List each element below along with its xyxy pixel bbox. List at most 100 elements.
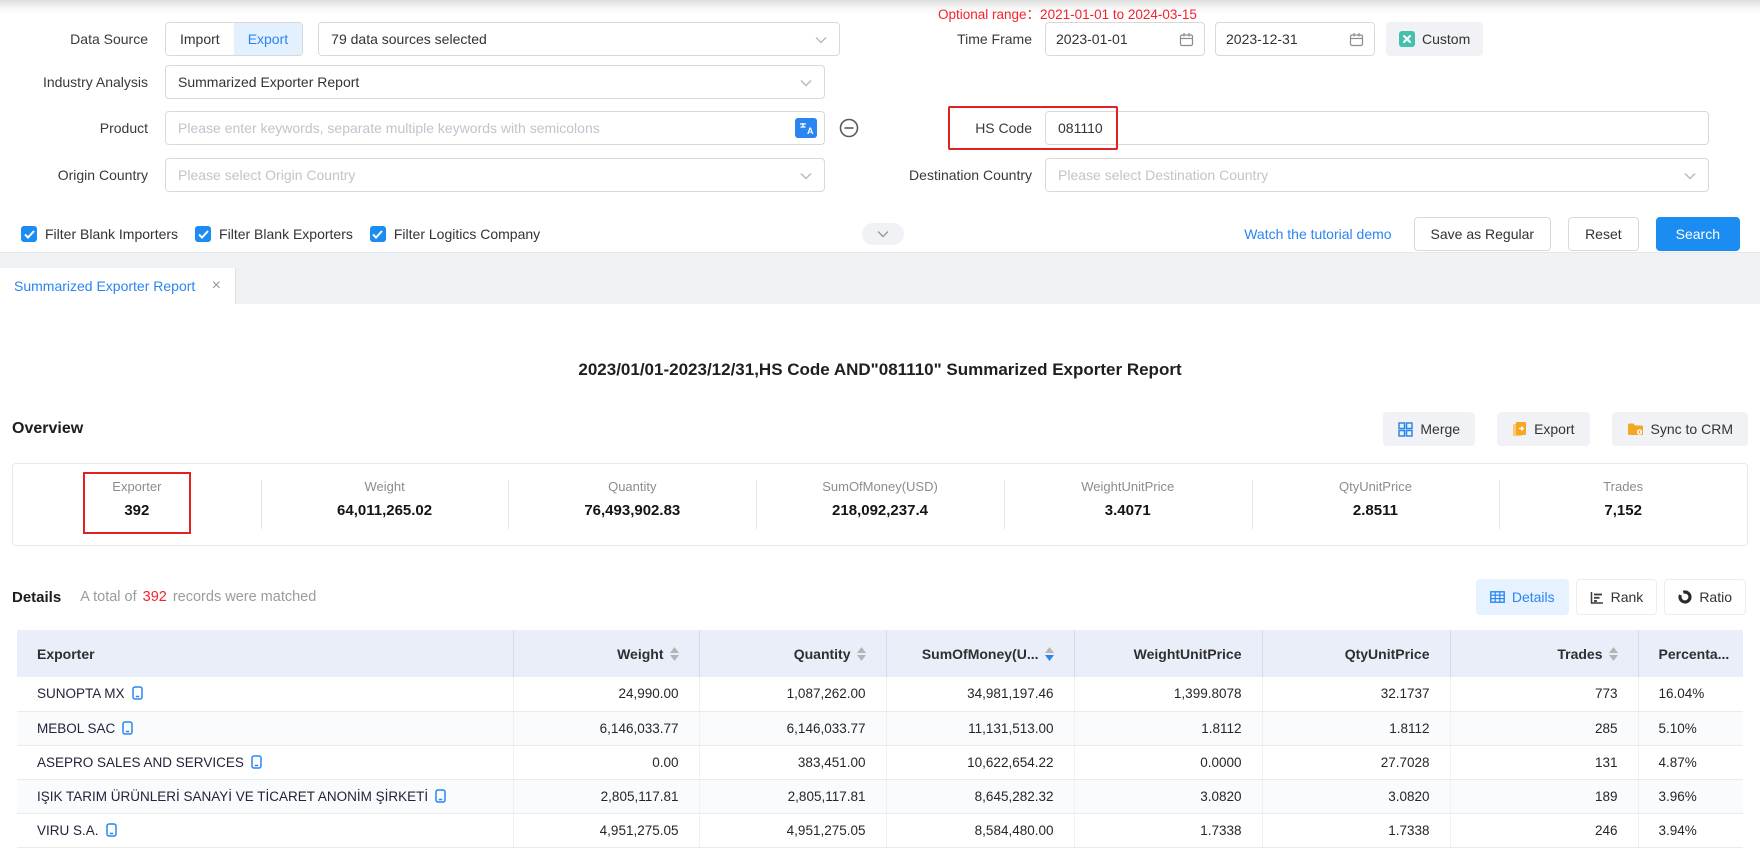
details-row: Details A total of392records were matche… xyxy=(12,579,1746,615)
data-source-toggle: Import Export xyxy=(165,22,303,56)
col-quantity-sort[interactable]: Quantity xyxy=(699,630,886,677)
sync-folder-icon xyxy=(1627,422,1644,436)
trades-cell: 285 xyxy=(1450,711,1638,745)
checkbox-checked-icon[interactable] xyxy=(21,226,37,242)
destination-country-select[interactable]: Please select Destination Country xyxy=(1045,158,1709,192)
exclude-keywords-icon[interactable] xyxy=(838,117,860,139)
sync-to-crm-button[interactable]: Sync to CRM xyxy=(1612,412,1748,446)
filter-logistics-company-checkbox[interactable]: Filter Logitics Company xyxy=(370,226,540,242)
start-date-value[interactable] xyxy=(1056,31,1156,47)
exporter-link[interactable]: IŞIK TARIM ÜRÜNLERİ SANAYİ VE TİCARET AN… xyxy=(37,789,428,804)
stat-weight-unit-price: WeightUnitPrice 3.4071 xyxy=(1004,464,1252,545)
records-matched-text: A total of392records were matched xyxy=(80,589,316,605)
qty-unit-price-cell: 1.7338 xyxy=(1262,813,1450,847)
stat-value: 7,152 xyxy=(1499,502,1747,519)
weight-cell: 6,146,033.77 xyxy=(513,711,699,745)
row-filters-actions: Filter Blank Importers Filter Blank Expo… xyxy=(0,216,1760,252)
checkbox-checked-icon[interactable] xyxy=(370,226,386,242)
origin-country-placeholder: Please select Origin Country xyxy=(178,167,355,183)
company-contact-icon[interactable] xyxy=(251,755,262,769)
merge-button[interactable]: Merge xyxy=(1383,412,1475,446)
export-toggle-button[interactable]: Export xyxy=(234,23,302,55)
close-icon[interactable]: × xyxy=(212,278,221,294)
sort-icon[interactable] xyxy=(1609,647,1618,661)
company-contact-icon[interactable] xyxy=(435,789,446,803)
row-product: Product A HS Code xyxy=(0,111,1760,145)
col-weight-sort[interactable]: Weight xyxy=(513,630,699,677)
custom-range-button[interactable]: Custom xyxy=(1386,22,1483,56)
exporter-link[interactable]: ASEPRO SALES AND SERVICES xyxy=(37,755,244,770)
optional-range-hint: Optional range：2021-01-01 to 2024-03-15 xyxy=(938,3,1197,23)
collapse-filters-button[interactable] xyxy=(862,223,904,245)
origin-country-select[interactable]: Please select Origin Country xyxy=(165,158,825,192)
hs-code-input[interactable] xyxy=(1045,111,1709,145)
filter-panel: Optional range：2021-01-01 to 2024-03-15 … xyxy=(0,0,1760,252)
reset-button[interactable]: Reset xyxy=(1568,217,1639,251)
hs-code-label: HS Code xyxy=(905,120,1032,136)
ratio-view-button[interactable]: Ratio xyxy=(1664,579,1746,615)
weight-unit-price-cell: 1.7338 xyxy=(1074,813,1262,847)
percentage-cell: 5.10% xyxy=(1638,711,1743,745)
tutorial-demo-link[interactable]: Watch the tutorial demo xyxy=(1244,226,1391,242)
data-sources-select[interactable]: 79 data sources selected xyxy=(318,22,840,56)
company-contact-icon[interactable] xyxy=(132,686,143,700)
filter-blank-exporters-checkbox[interactable]: Filter Blank Exporters xyxy=(195,226,353,242)
checkbox-label: Filter Blank Importers xyxy=(45,226,178,242)
weight-unit-price-cell: 1.8112 xyxy=(1074,711,1262,745)
checkbox-checked-icon[interactable] xyxy=(195,226,211,242)
qty-unit-price-cell: 27.7028 xyxy=(1262,745,1450,779)
export-button[interactable]: Export xyxy=(1497,412,1589,446)
calendar-icon[interactable] xyxy=(1179,32,1194,47)
col-trades-sort[interactable]: Trades xyxy=(1450,630,1638,677)
origin-country-label: Origin Country xyxy=(0,167,148,183)
quantity-cell: 6,146,033.77 xyxy=(699,711,886,745)
merge-icon xyxy=(1398,422,1413,437)
table-header-row: Exporter Weight Quantity SumOfMoney(U...… xyxy=(17,630,1743,677)
table-icon xyxy=(1490,591,1505,603)
exporter-link[interactable]: MEBOL SAC xyxy=(37,721,115,736)
industry-analysis-select[interactable]: Summarized Exporter Report xyxy=(165,65,825,99)
company-contact-icon[interactable] xyxy=(106,823,117,837)
custom-icon xyxy=(1399,31,1415,47)
table-row: ASEPRO SALES AND SERVICES 0.00 383,451.0… xyxy=(17,745,1743,779)
exporter-link[interactable]: VIRU S.A. xyxy=(37,823,99,838)
stat-label: SumOfMoney(USD) xyxy=(756,479,1004,494)
search-button[interactable]: Search xyxy=(1656,217,1740,251)
chevron-down-icon xyxy=(815,31,827,47)
start-date-input[interactable] xyxy=(1045,22,1205,56)
exporter-link[interactable]: SUNOPTA MX xyxy=(37,686,125,701)
table-row: SUNOPTA MX 24,990.00 1,087,262.00 34,981… xyxy=(17,677,1743,711)
exporter-cell: ASEPRO SALES AND SERVICES xyxy=(17,745,513,779)
details-view-button[interactable]: Details xyxy=(1476,579,1569,615)
save-as-regular-button[interactable]: Save as Regular xyxy=(1414,217,1552,251)
industry-analysis-value: Summarized Exporter Report xyxy=(178,74,359,90)
sort-icon[interactable] xyxy=(857,647,866,661)
table-row: VIRU S.A. 4,951,275.05 4,951,275.05 8,58… xyxy=(17,813,1743,847)
sort-icon[interactable] xyxy=(670,647,679,661)
rank-view-button[interactable]: Rank xyxy=(1576,579,1658,615)
destination-country-label: Destination Country xyxy=(905,167,1032,183)
tab-summarized-exporter-report[interactable]: Summarized Exporter Report × xyxy=(0,268,236,304)
stat-value: 76,493,902.83 xyxy=(508,502,756,519)
import-toggle-button[interactable]: Import xyxy=(166,23,234,55)
weight-unit-price-cell: 3.0820 xyxy=(1074,779,1262,813)
end-date-input[interactable] xyxy=(1215,22,1375,56)
qty-unit-price-cell: 1.8112 xyxy=(1262,711,1450,745)
end-date-value[interactable] xyxy=(1226,31,1326,47)
calendar-icon[interactable] xyxy=(1349,32,1364,47)
company-contact-icon[interactable] xyxy=(122,721,133,735)
table-row: IŞIK TARIM ÜRÜNLERİ SANAYİ VE TİCARET AN… xyxy=(17,779,1743,813)
trades-cell: 189 xyxy=(1450,779,1638,813)
time-frame-group: Time Frame Custom xyxy=(905,22,1483,56)
sort-icon-active-desc[interactable] xyxy=(1045,647,1054,661)
product-keywords-input[interactable] xyxy=(165,111,825,145)
sum-of-money-cell: 8,645,282.32 xyxy=(886,779,1074,813)
col-sum-of-money-sort[interactable]: SumOfMoney(U... xyxy=(886,630,1074,677)
hs-code-group: HS Code xyxy=(905,111,1709,145)
ratio-view-label: Ratio xyxy=(1699,589,1732,605)
filter-blank-importers-checkbox[interactable]: Filter Blank Importers xyxy=(21,226,178,242)
translate-icon[interactable]: A xyxy=(795,118,817,138)
export-label: Export xyxy=(1534,421,1574,437)
col-weight-unit-price: WeightUnitPrice xyxy=(1074,630,1262,677)
stat-qty-unit-price: QtyUnitPrice 2.8511 xyxy=(1252,464,1500,545)
